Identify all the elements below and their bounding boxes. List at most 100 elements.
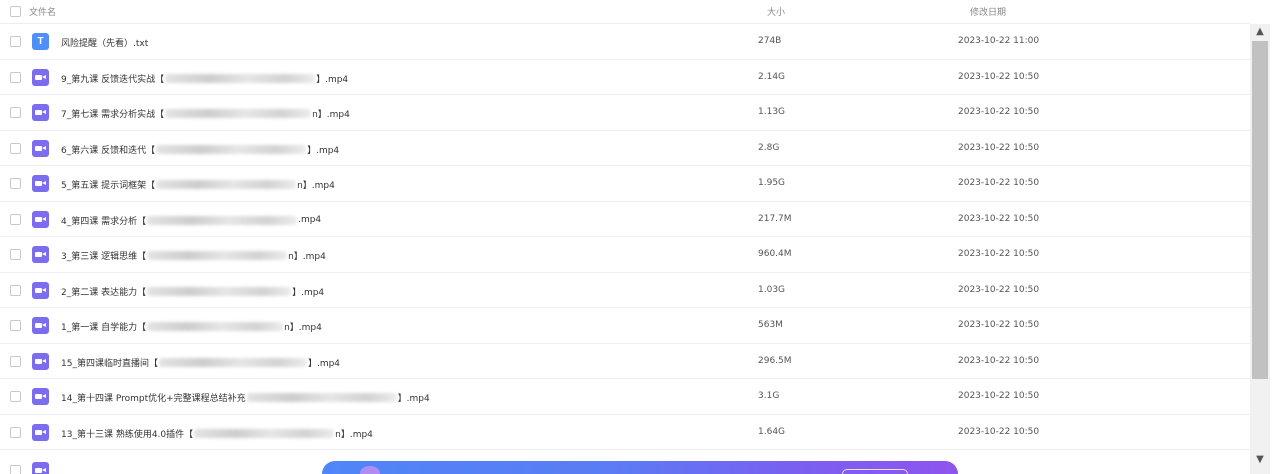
row-checkbox[interactable]: [10, 36, 21, 47]
file-size: 1.13G: [758, 107, 786, 117]
file-name-suffix: n】.mp4: [297, 181, 335, 191]
video-file-icon: [32, 175, 49, 192]
file-name[interactable]: 7_第七课 需求分析实战【 n】.mp4: [61, 107, 350, 120]
video-file-icon: [32, 246, 49, 263]
row-checkbox[interactable]: [10, 284, 21, 296]
file-name-text: 5_第五课 提示词框架【: [61, 181, 156, 191]
redacted-text: [194, 428, 335, 438]
file-row[interactable]: 13_第十三课 熟练使用4.0插件【 n】.mp4 1.64G 2023-10-22 …: [0, 415, 1250, 450]
file-name[interactable]: 1_第一课 自学能力【 n】.mp4: [61, 320, 322, 333]
file-size: 1.03G: [758, 284, 786, 295]
file-size: 274B: [758, 36, 782, 46]
file-name[interactable]: 风险提醒（先看）.txt: [61, 36, 148, 49]
row-checkbox[interactable]: [10, 320, 21, 331]
banner-logo-icon: [360, 466, 380, 474]
file-name-text: 13_第十三课 熟练使用4.0插件【: [61, 429, 194, 440]
scroll-up-arrow-icon[interactable]: ▲: [1250, 24, 1270, 40]
file-name[interactable]: 3_第三课 逻辑思维【 n】.mp4: [61, 249, 326, 262]
scroll-down-arrow-icon[interactable]: ▼: [1250, 452, 1270, 468]
select-all-checkbox[interactable]: [10, 6, 21, 17]
video-file-icon: [32, 317, 49, 334]
video-file-icon: [32, 423, 49, 441]
redacted-text: [147, 215, 298, 225]
file-modified-date: 2023-10-22 10:50: [958, 178, 1040, 188]
row-checkbox[interactable]: [10, 391, 21, 402]
row-checkbox[interactable]: [10, 142, 21, 154]
row-checkbox[interactable]: [10, 107, 21, 118]
redacted-text: [246, 393, 397, 402]
file-row[interactable]: 3_第三课 逻辑思维【 n】.mp4 960.4M 2023-10-22 10:50: [0, 237, 1250, 273]
file-row[interactable]: 6_第六课 反馈和迭代【 】.mp4 2.8G 2023-10-22 10:50: [0, 131, 1250, 166]
video-file-icon: [32, 68, 49, 86]
file-name[interactable]: 14_第十四课 Prompt优化+完整课程总结补充 】.mp4: [61, 391, 430, 404]
row-checkbox[interactable]: [10, 71, 21, 83]
video-file-icon: [32, 139, 49, 157]
file-row[interactable]: 15_第四课临时直播间【 】.mp4 296.5M 2023-10-22 10:50: [0, 344, 1250, 379]
file-name-text: 14_第十四课 Prompt优化+完整课程总结补充: [61, 394, 246, 404]
file-name[interactable]: 9_第九课 反馈迭代实战【 】.mp4: [61, 72, 348, 85]
file-modified-date: 2023-10-22 10:50: [958, 142, 1040, 153]
video-file-icon: [32, 281, 49, 299]
column-header-size[interactable]: 大小: [767, 5, 785, 18]
file-name-text: 9_第九课 反馈迭代实战【: [61, 74, 165, 85]
file-name-text: 2_第二课 表达能力【: [61, 287, 147, 298]
file-name[interactable]: 2_第二课 表达能力【 】.mp4: [61, 285, 324, 298]
column-header-name[interactable]: 文件名: [29, 5, 56, 18]
video-file-icon: [32, 210, 49, 228]
file-modified-date: 2023-10-22 10:50: [958, 284, 1040, 295]
redacted-text: [147, 286, 292, 296]
file-name-suffix: n】.mp4: [312, 110, 350, 120]
column-header-date[interactable]: 修改日期: [970, 5, 1006, 18]
redacted-text: [156, 144, 307, 154]
file-name[interactable]: 13_第十三课 熟练使用4.0插件【 n】.mp4: [61, 427, 373, 440]
redacted-text: [165, 73, 316, 83]
file-name[interactable]: 6_第六课 反馈和迭代【 】.mp4: [61, 143, 339, 156]
file-row[interactable]: 14_第十四课 Prompt优化+完整课程总结补充 】.mp4 3.1G 2023-1…: [0, 379, 1250, 415]
right-margin: [1270, 0, 1280, 474]
file-modified-date: 2023-10-22 10:50: [958, 426, 1040, 437]
file-name-suffix: .mp4: [298, 215, 322, 225]
file-name[interactable]: 4_第四课 需求分析【 .mp4: [61, 214, 321, 227]
file-name-text: 3_第三课 逻辑思维【: [61, 252, 147, 262]
redacted-text: [147, 251, 288, 260]
row-checkbox[interactable]: [10, 178, 21, 189]
video-file-icon: [32, 352, 49, 370]
file-name-text: 风险提醒（先看）.txt: [61, 39, 149, 49]
row-checkbox[interactable]: [10, 213, 21, 225]
file-name-text: 6_第六课 反馈和迭代【: [61, 145, 156, 156]
file-name[interactable]: 15_第四课临时直播间【 】.mp4: [61, 356, 340, 369]
file-modified-date: 2023-10-22 10:50: [958, 320, 1040, 330]
file-name-text: 7_第七课 需求分析实战【: [61, 110, 165, 120]
file-size: 3.1G: [758, 391, 780, 401]
video-file-icon: [32, 462, 49, 474]
file-row[interactable]: 2_第二课 表达能力【 】.mp4 1.03G 2023-10-22 10:50: [0, 273, 1250, 308]
file-row[interactable]: 5_第五课 提示词框架【 n】.mp4 1.95G 2023-10-22 10:50: [0, 166, 1250, 202]
file-size: 296.5M: [758, 355, 792, 366]
file-name-suffix: n】.mp4: [288, 252, 326, 262]
file-row[interactable]: 风险提醒（先看）.txt 274B 2023-10-22 11:00: [0, 24, 1250, 60]
promo-banner[interactable]: [322, 461, 958, 474]
file-name[interactable]: 5_第五课 提示词框架【 n】.mp4: [61, 178, 335, 191]
file-name-suffix: n】.mp4: [335, 429, 373, 440]
file-modified-date: 2023-10-22 10:50: [958, 107, 1040, 117]
scrollbar-thumb[interactable]: [1252, 41, 1268, 379]
file-name-text: 15_第四课临时直播间【: [61, 358, 158, 369]
redacted-text: [156, 180, 297, 189]
file-modified-date: 2023-10-22 10:50: [958, 249, 1040, 259]
file-row[interactable]: 9_第九课 反馈迭代实战【 】.mp4 2.14G 2023-10-22 10:50: [0, 60, 1250, 95]
row-checkbox[interactable]: [10, 426, 21, 438]
file-size: 563M: [758, 320, 783, 330]
file-name-text: 1_第一课 自学能力【: [61, 323, 147, 333]
file-modified-date: 2023-10-22 10:50: [958, 213, 1040, 224]
file-row[interactable]: 4_第四课 需求分析【 .mp4 217.7M 2023-10-22 10:50: [0, 202, 1250, 237]
row-checkbox[interactable]: [10, 355, 21, 367]
row-checkbox[interactable]: [10, 249, 21, 260]
banner-action-button[interactable]: [842, 469, 908, 474]
file-modified-date: 2023-10-22 10:50: [958, 355, 1040, 366]
text-file-icon: [32, 33, 49, 50]
file-row[interactable]: 1_第一课 自学能力【 n】.mp4 563M 2023-10-22 10:50: [0, 308, 1250, 344]
row-checkbox[interactable]: [10, 465, 21, 474]
file-name-suffix: n】.mp4: [284, 323, 322, 333]
file-row[interactable]: 7_第七课 需求分析实战【 n】.mp4 1.13G 2023-10-22 10:50: [0, 95, 1250, 131]
file-list: 文件名 大小 修改日期 风险提醒（先看）.txt 274B 2023-10-22 1…: [0, 0, 1250, 474]
